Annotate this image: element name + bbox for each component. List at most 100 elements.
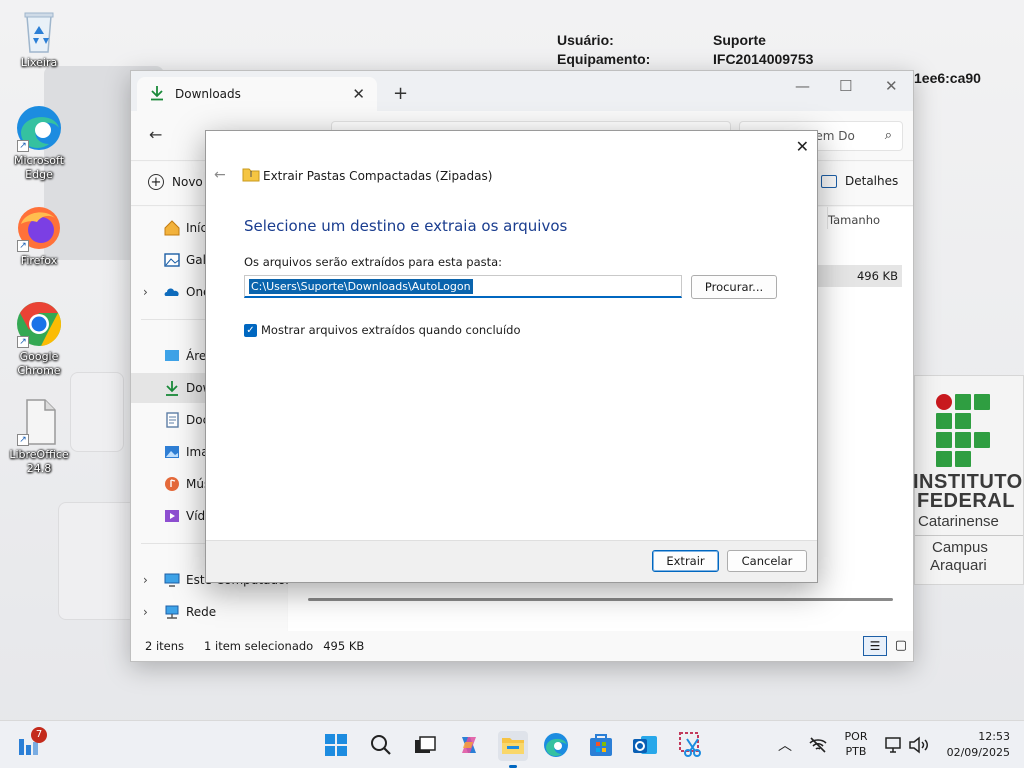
desktop-icon-label: Microsoft Edge — [13, 154, 65, 181]
chrome-icon: ↗ — [15, 300, 63, 348]
clock[interactable]: 12:53 02/09/2025 — [938, 729, 1010, 761]
onedrive-cloud-icon — [163, 283, 181, 301]
desktop-icon-firefox[interactable]: ↗ Firefox — [6, 204, 72, 268]
info-equip-label: Equipamento: — [557, 51, 651, 67]
zip-folder-icon — [242, 167, 260, 185]
snipping-tool-icon[interactable] — [678, 731, 704, 759]
status-size: 495 KB — [323, 639, 365, 653]
horizontal-scrollbar[interactable] — [308, 598, 893, 601]
start-button[interactable] — [324, 733, 348, 757]
computer-icon — [163, 571, 181, 589]
shortcut-arrow-icon: ↗ — [17, 434, 29, 446]
desktop-icon-chrome[interactable]: ↗ Google Chrome — [6, 300, 72, 378]
display-settings-icon[interactable] — [884, 735, 904, 755]
taskbar-search-icon[interactable] — [369, 733, 393, 757]
logo-red-circle — [936, 394, 952, 410]
title-bar: Downloads ✕ + — ☐ ✕ — [131, 71, 913, 111]
institution-logo: INSTITUTO FEDERAL Catarinense Campus Ara… — [913, 375, 1024, 585]
logo-square — [955, 432, 971, 448]
language-code: POR — [844, 730, 868, 743]
firefox-icon: ↗ — [15, 204, 63, 252]
minimize-icon[interactable]: — — [795, 77, 810, 95]
tab-downloads[interactable]: Downloads ✕ — [137, 77, 377, 111]
column-divider — [827, 207, 828, 229]
desktop-icon-recycle-bin[interactable]: Lixeira — [6, 8, 72, 70]
logo-divider — [915, 535, 1023, 536]
details-button-label: Detalhes — [845, 174, 899, 188]
checkbox-label: Mostrar arquivos extraídos quando conclu… — [261, 323, 521, 337]
volume-icon[interactable] — [908, 735, 930, 755]
column-header-size[interactable]: Tamanho — [828, 213, 880, 227]
nav-label: Rede — [186, 605, 217, 619]
shortcut-arrow-icon: ↗ — [17, 240, 29, 252]
chevron-right-icon[interactable]: › — [143, 605, 148, 619]
dialog-close-icon[interactable]: ✕ — [796, 137, 809, 156]
network-disconnected-icon[interactable] — [808, 735, 828, 755]
network-icon — [163, 603, 181, 621]
checkbox-checked-icon[interactable]: ✓ — [244, 323, 257, 337]
extract-button[interactable]: Extrair — [652, 550, 719, 572]
tab-close-icon[interactable]: ✕ — [352, 85, 365, 103]
details-view-icon[interactable]: ☰ — [863, 636, 887, 656]
info-user-label: Usuário: — [557, 32, 614, 48]
tab-label: Downloads — [175, 87, 241, 101]
microsoft-store-icon[interactable] — [588, 732, 614, 758]
shortcut-arrow-icon: ↗ — [17, 336, 29, 348]
logo-campus1: Campus — [932, 539, 988, 556]
nav-item-network[interactable]: › Rede — [131, 597, 287, 627]
copilot-icon[interactable] — [456, 733, 482, 757]
show-hidden-icons-chevron-icon[interactable]: ︿ — [778, 735, 792, 755]
taskbar: 7 ︿ POR PTB 12:53 02/09/2025 — [0, 720, 1024, 768]
status-selected: 1 item selecionado — [204, 639, 314, 653]
download-icon — [163, 379, 181, 397]
table-row-selected[interactable]: 496 KB — [818, 265, 902, 287]
dialog-heading: Selecione um destino e extraia os arquiv… — [244, 217, 568, 235]
outlook-icon[interactable] — [632, 732, 658, 758]
details-pane-icon — [821, 174, 837, 188]
destination-path-input[interactable]: C:\Users\Suporte\Downloads\AutoLogon — [244, 275, 682, 298]
desktop-icon-edge[interactable]: ↗ Microsoft Edge — [6, 104, 72, 182]
back-arrow-icon[interactable]: ← — [149, 125, 162, 144]
status-bar: 2 itens 1 item selecionado 495 KB ☰ ▢ — [131, 631, 913, 661]
notification-badge: 7 — [31, 727, 47, 743]
desktop-icon-libreoffice[interactable]: ↗ LibreOffice 24.8 — [6, 398, 72, 476]
new-button[interactable]: + Novo — [148, 174, 203, 190]
info-address: 1ee6:ca90 — [914, 70, 981, 86]
dialog-back-arrow-icon[interactable]: ← — [214, 167, 226, 183]
widgets-button[interactable]: 7 — [17, 727, 47, 757]
destination-path-value: C:\Users\Suporte\Downloads\AutoLogon — [249, 279, 473, 294]
row-size-cell: 496 KB — [856, 269, 898, 283]
browse-button[interactable]: Procurar... — [691, 275, 777, 299]
chevron-right-icon[interactable]: › — [143, 573, 148, 587]
plus-circle-icon: + — [148, 174, 164, 190]
logo-campus2: Araquari — [930, 557, 987, 574]
tiles-view-icon[interactable]: ▢ — [895, 638, 907, 653]
desktop-icon-label: Firefox — [20, 254, 58, 267]
new-tab-icon[interactable]: + — [393, 83, 408, 104]
pictures-icon — [163, 443, 181, 461]
music-icon — [163, 475, 181, 493]
show-files-checkbox-row[interactable]: ✓ Mostrar arquivos extraídos quando conc… — [244, 323, 521, 337]
chevron-right-icon[interactable]: › — [143, 285, 148, 299]
close-window-icon[interactable]: ✕ — [885, 77, 898, 95]
document-icon — [163, 411, 181, 429]
logo-square — [936, 432, 952, 448]
details-button[interactable]: Detalhes — [821, 174, 898, 188]
desktop-icon-label: LibreOffice 24.8 — [9, 448, 69, 475]
desktop-icon-label: Lixeira — [20, 56, 58, 69]
dialog-footer: Extrair Cancelar — [206, 540, 817, 582]
maximize-icon[interactable]: ☐ — [839, 77, 852, 95]
taskbar-edge-icon[interactable] — [543, 732, 569, 758]
task-view-icon[interactable] — [413, 735, 437, 755]
info-equip-value: IFC2014009753 — [713, 51, 814, 67]
path-label: Os arquivos serão extraídos para esta pa… — [244, 255, 503, 269]
desktop-icon-label: Google Chrome — [17, 350, 61, 377]
taskbar-file-explorer[interactable] — [498, 731, 528, 768]
cancel-button[interactable]: Cancelar — [727, 550, 807, 572]
logo-square — [974, 394, 990, 410]
recycle-bin-icon — [19, 8, 59, 54]
shortcut-arrow-icon: ↗ — [17, 140, 29, 152]
input-language-indicator[interactable]: POR PTB — [836, 729, 876, 759]
logo-square — [936, 413, 952, 429]
clock-time: 12:53 — [978, 730, 1010, 743]
